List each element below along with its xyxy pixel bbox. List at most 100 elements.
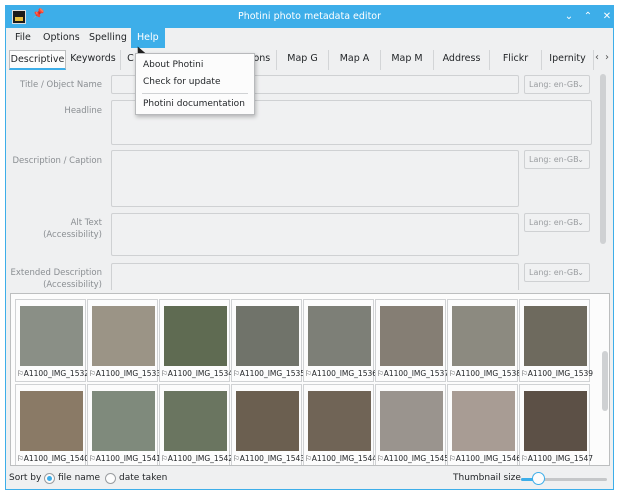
- thumbnail-image: [20, 391, 83, 451]
- thumbnail-item[interactable]: ⚐A1100_IMG_1540: [15, 384, 89, 465]
- menu-photini-documentation[interactable]: Photini documentation: [143, 99, 245, 109]
- thumbnail-caption: ⚐A1100_IMG_1535: [233, 369, 306, 378]
- sort-date-taken-radio[interactable]: [105, 473, 116, 484]
- thumbnail-image: [308, 391, 371, 451]
- alt-text-field[interactable]: [111, 213, 519, 256]
- thumbnail-size-handle[interactable]: [532, 472, 546, 485]
- thumbnail-caption: ⚐A1100_IMG_1541: [89, 454, 162, 463]
- extended-description-sublabel: (Accessibility): [43, 280, 102, 290]
- thumbnail-image: [20, 306, 83, 366]
- thumbnail-item[interactable]: ⚐A1100_IMG_1533: [87, 299, 162, 382]
- thumbnail-caption: ⚐A1100_IMG_1533: [89, 369, 162, 378]
- tab-keywords[interactable]: Keywords: [66, 50, 121, 70]
- thumbnail-image: [380, 391, 443, 451]
- thumbnail-size-label: Thumbnail size: [453, 473, 521, 483]
- tab-bar: Descriptive Keywords C Regions Map G Map…: [6, 48, 613, 70]
- thumbnail-caption: ⚐A1100_IMG_1537: [377, 369, 450, 378]
- thumbnail-image: [236, 391, 299, 451]
- chevron-down-icon: ⌄: [577, 268, 584, 277]
- tab-flickr[interactable]: Flickr: [490, 50, 542, 70]
- thumbnail-image: [380, 306, 443, 366]
- thumbnail-caption: ⚐A1100_IMG_1538: [449, 369, 522, 378]
- thumbnail-caption: ⚐A1100_IMG_1544: [305, 454, 378, 463]
- tab-address[interactable]: Address: [434, 50, 490, 70]
- thumbnail-caption: ⚐A1100_IMG_1536: [305, 369, 378, 378]
- title-label: Title / Object Name: [20, 80, 102, 90]
- alt-text-sublabel: (Accessibility): [43, 230, 102, 240]
- tab-descriptive[interactable]: Descriptive: [9, 50, 66, 70]
- thumbnail-image: [452, 306, 515, 366]
- tab-scroll-left-icon[interactable]: ‹: [595, 52, 599, 63]
- chevron-down-icon: ⌄: [577, 155, 584, 164]
- thumbnail-scrollbar[interactable]: [602, 351, 608, 411]
- lang-value: Lang: en-GB: [529, 155, 579, 164]
- menu-check-for-update[interactable]: Check for update: [143, 77, 221, 87]
- thumbnail-caption: ⚐A1100_IMG_1546: [449, 454, 522, 463]
- tab-scroll-right-icon[interactable]: ›: [605, 52, 609, 63]
- thumbnail-caption: ⚐A1100_IMG_1542: [161, 454, 234, 463]
- tab-map-a[interactable]: Map A: [329, 50, 381, 70]
- thumbnail-item[interactable]: ⚐A1100_IMG_1542: [159, 384, 234, 465]
- tab-map-g[interactable]: Map G: [277, 50, 329, 70]
- menu-help[interactable]: Help: [131, 28, 165, 48]
- headline-label: Headline: [64, 106, 102, 116]
- thumbnail-image: [524, 306, 587, 366]
- lang-value: Lang: en-GB: [529, 268, 579, 277]
- thumbnail-item[interactable]: ⚐A1100_IMG_1545: [375, 384, 450, 465]
- lang-value: Lang: en-GB: [529, 80, 579, 89]
- description-lang-select[interactable]: Lang: en-GB ⌄: [524, 150, 590, 169]
- title-lang-select[interactable]: Lang: en-GB ⌄: [524, 75, 590, 94]
- thumbnail-item[interactable]: ⚐A1100_IMG_1547: [519, 384, 593, 465]
- thumbnail-item[interactable]: ⚐A1100_IMG_1536: [303, 299, 378, 382]
- description-label: Description / Caption: [12, 156, 103, 166]
- thumbnail-caption: ⚐A1100_IMG_1543: [233, 454, 306, 463]
- close-icon[interactable]: ✕: [599, 8, 613, 26]
- menu-spelling[interactable]: Spelling: [83, 28, 133, 48]
- thumbnail-item[interactable]: ⚐A1100_IMG_1543: [231, 384, 306, 465]
- menu-about-photini[interactable]: About Photini: [143, 60, 203, 70]
- maximize-icon[interactable]: ⌃: [580, 8, 596, 26]
- thumbnail-image: [164, 306, 227, 366]
- thumbnail-item[interactable]: ⚐A1100_IMG_1546: [447, 384, 522, 465]
- thumbnail-item[interactable]: ⚐A1100_IMG_1535: [231, 299, 306, 382]
- thumbnail-image: [164, 391, 227, 451]
- tab-ipernity[interactable]: Ipernity: [542, 50, 594, 70]
- menu-options[interactable]: Options: [37, 28, 86, 48]
- thumbnail-image: [92, 391, 155, 451]
- sort-file-name-label[interactable]: file name: [58, 473, 100, 483]
- thumbnail-item[interactable]: ⚐A1100_IMG_1534: [159, 299, 233, 382]
- thumbnail-image: [236, 306, 299, 366]
- descriptive-form: Title / Object Name Lang: en-GB ⌄ Headlin…: [8, 70, 610, 290]
- thumbnail-item[interactable]: ⚐A1100_IMG_1538: [447, 299, 522, 382]
- minimize-icon[interactable]: ⌄: [561, 8, 577, 26]
- thumbnail-image: [92, 306, 155, 366]
- alt-text-label: Alt Text: [70, 218, 102, 228]
- tab-map-m[interactable]: Map M: [381, 50, 434, 70]
- menu-file[interactable]: File: [9, 28, 37, 48]
- sort-file-name-radio[interactable]: [44, 473, 55, 484]
- thumbnail-item[interactable]: ⚐A1100_IMG_1532: [15, 299, 90, 382]
- form-scrollbar[interactable]: [600, 74, 606, 244]
- title-bar: 📌 Photini photo metadata editor ⌄ ⌃ ✕: [6, 6, 613, 28]
- thumbnail-item[interactable]: ⚐A1100_IMG_1541: [87, 384, 162, 465]
- thumbnail-caption: ⚐A1100_IMG_1545: [377, 454, 450, 463]
- sort-by-label: Sort by: [9, 473, 42, 483]
- window-title: Photini photo metadata editor: [237, 11, 382, 22]
- thumbnail-image: [524, 391, 587, 451]
- alt-text-lang-select[interactable]: Lang: en-GB ⌄: [524, 213, 590, 232]
- extended-lang-select[interactable]: Lang: en-GB ⌄: [524, 263, 590, 282]
- chevron-down-icon: ⌄: [577, 218, 584, 227]
- sort-date-taken-label[interactable]: date taken: [119, 473, 167, 483]
- description-field[interactable]: [111, 150, 519, 207]
- extended-description-field[interactable]: [111, 263, 519, 290]
- thumbnail-caption: ⚐A1100_IMG_1532: [17, 369, 90, 378]
- menu-bar: File Options Spelling Help: [6, 28, 613, 48]
- menu-separator: [142, 93, 248, 94]
- thumbnail-grid: ⚐A1100_IMG_1532 ⚐A1100_IMG_1533 ⚐A1100_IMG…: [10, 293, 610, 466]
- bottom-bar: Sort by file name date taken Thumbnail s…: [6, 468, 613, 489]
- thumbnail-image: [452, 391, 515, 451]
- thumbnail-item[interactable]: ⚐A1100_IMG_1539: [519, 299, 593, 382]
- chevron-down-icon: ⌄: [577, 80, 584, 89]
- thumbnail-item[interactable]: ⚐A1100_IMG_1537: [375, 299, 450, 382]
- thumbnail-item[interactable]: ⚐A1100_IMG_1544: [303, 384, 378, 465]
